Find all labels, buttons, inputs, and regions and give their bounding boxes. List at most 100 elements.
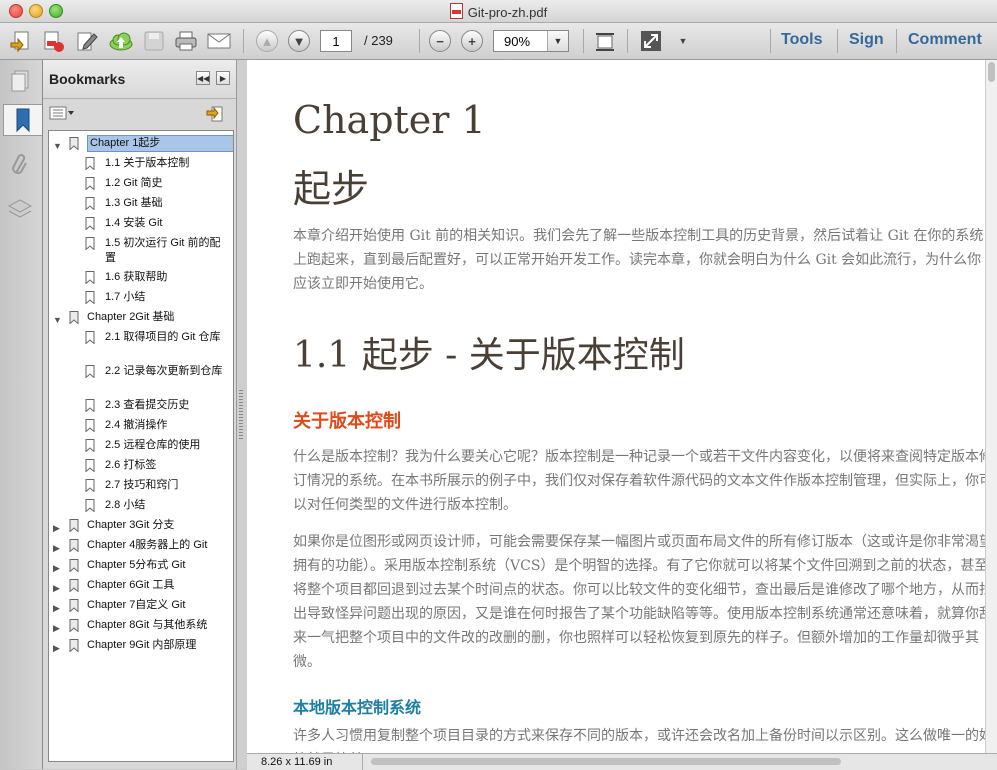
bookmark-item[interactable]: ▶ Chapter 9Git 内部原理	[49, 638, 231, 653]
disclosure-expanded-icon[interactable]: ▼	[53, 139, 62, 154]
bookmark-label: 2.8 小结	[105, 499, 146, 511]
bookmark-icon	[69, 619, 79, 632]
panel-arrow-button[interactable]: ▶	[216, 71, 230, 85]
bookmark-icon	[85, 365, 95, 378]
bookmark-item[interactable]: 1.3 Git 基础	[49, 196, 231, 211]
bookmark-icon	[69, 579, 79, 592]
main-toolbar: ▲ ▼ 1 / 239 − + 90% ▼ ▼ Tools Sign Comme…	[0, 23, 997, 60]
zoom-select[interactable]: 90% ▼	[493, 30, 569, 52]
tools-link[interactable]: Tools	[781, 31, 822, 49]
bookmark-item[interactable]: ▶ Chapter 8Git 与其他系统	[49, 618, 231, 633]
fit-page-button[interactable]	[592, 28, 618, 54]
comment-link[interactable]: Comment	[908, 31, 982, 49]
collapse-panel-button[interactable]: ◀◀	[196, 71, 210, 85]
zoom-out-button[interactable]: −	[427, 28, 453, 54]
toolbar-separator	[770, 29, 771, 53]
bookmark-item[interactable]: 2.2 记录每次更新到仓库	[49, 364, 231, 379]
printer-icon	[175, 31, 197, 51]
bookmark-item[interactable]: 1.6 获取帮助	[49, 270, 231, 285]
bookmark-item[interactable]: ▼ Chapter 1起步	[49, 135, 233, 154]
bookmark-item[interactable]: 1.5 初次运行 Git 前的配置	[49, 236, 231, 266]
upload-button[interactable]	[108, 28, 134, 54]
bookmark-icon	[69, 137, 79, 150]
bookmark-options-button[interactable]	[49, 106, 75, 125]
bookmark-icon	[85, 419, 95, 432]
bookmark-item[interactable]: 2.4 撤消操作	[49, 418, 231, 433]
disclosure-collapsed-icon[interactable]: ▶	[53, 521, 60, 536]
bookmark-label: 2.6 打标签	[105, 459, 157, 471]
bookmarks-tools	[43, 99, 236, 129]
bookmark-item[interactable]: ▶ Chapter 6Git 工具	[49, 578, 231, 593]
full-screen-button[interactable]	[638, 28, 664, 54]
page-thumbnails-button[interactable]	[5, 66, 35, 96]
disclosure-collapsed-icon[interactable]: ▶	[53, 561, 60, 576]
disclosure-expanded-icon[interactable]: ▼	[53, 313, 62, 328]
bookmark-label: Chapter 3Git 分支	[87, 519, 175, 531]
bookmark-icon	[85, 217, 95, 230]
bookmarks-tree: ▼ Chapter 1起步 1.1 关于版本控制 1.2 Git 简史 1.3 Git …	[48, 130, 234, 762]
disclosure-collapsed-icon[interactable]: ▶	[53, 581, 60, 596]
title-bar: Git-pro-zh.pdf	[0, 0, 997, 23]
create-pdf-button[interactable]	[8, 28, 34, 54]
bookmark-item[interactable]: ▼ Chapter 2Git 基础	[49, 310, 231, 325]
horizontal-scrollbar-thumb[interactable]	[371, 758, 841, 765]
bookmark-label: Chapter 4服务器上的 Git	[87, 539, 208, 551]
print-button[interactable]	[173, 28, 199, 54]
bookmark-item[interactable]: 1.2 Git 简史	[49, 176, 231, 191]
disclosure-collapsed-icon[interactable]: ▶	[53, 641, 60, 656]
bookmark-item[interactable]: 2.3 查看提交历史	[49, 398, 231, 413]
window-title: Git-pro-zh.pdf	[0, 3, 997, 20]
bookmark-item[interactable]: ▶ Chapter 4服务器上的 Git	[49, 538, 231, 553]
bookmarks-button[interactable]	[3, 104, 42, 136]
bookmark-item[interactable]: ▶ Chapter 5分布式 Git	[49, 558, 231, 573]
bookmark-icon	[69, 311, 79, 324]
attachments-button[interactable]	[5, 150, 35, 180]
new-bookmark-icon	[206, 106, 223, 122]
bookmark-icon	[85, 459, 95, 472]
chevron-down-icon[interactable]: ▼	[547, 31, 568, 51]
toolbar-separator	[419, 29, 420, 53]
bookmark-label: 1.5 初次运行 Git 前的配置	[105, 237, 221, 264]
bookmarks-header: Bookmarks ◀◀ ▶	[43, 60, 236, 99]
bookmark-item[interactable]: ▶ Chapter 7自定义 Git	[49, 598, 231, 613]
bookmark-label: 1.3 Git 基础	[105, 197, 163, 209]
bookmark-item[interactable]: 2.5 远程仓库的使用	[49, 438, 231, 453]
bookmark-item[interactable]: 2.7 技巧和窍门	[49, 478, 231, 493]
expand-icon	[641, 31, 661, 51]
bookmark-label: 2.5 远程仓库的使用	[105, 439, 201, 451]
sign-link[interactable]: Sign	[849, 31, 884, 49]
edit-pdf-button[interactable]	[74, 28, 100, 54]
next-page-button[interactable]: ▼	[286, 28, 312, 54]
status-bar: 8.26 x 11.69 in	[247, 753, 997, 770]
save-button[interactable]	[141, 28, 167, 54]
disclosure-collapsed-icon[interactable]: ▶	[53, 541, 60, 556]
bookmark-item[interactable]: 1.4 安装 Git	[49, 216, 231, 231]
export-pdf-button[interactable]	[40, 28, 66, 54]
page-number-input[interactable]: 1	[320, 30, 352, 52]
toolbar-options-icon[interactable]: ▼	[670, 28, 696, 54]
email-button[interactable]	[206, 28, 232, 54]
bookmark-item[interactable]: 2.6 打标签	[49, 458, 231, 473]
scrollbar-thumb[interactable]	[988, 62, 995, 82]
bookmark-item[interactable]: 2.1 取得项目的 Git 仓库	[49, 330, 231, 345]
new-bookmark-button[interactable]	[206, 105, 226, 128]
bookmark-item[interactable]: ▶ Chapter 3Git 分支	[49, 518, 231, 533]
toolbar-separator	[896, 29, 897, 53]
body-paragraph: 如果你是位图形或网页设计师，可能会需要保存某一幅图片或页面布局文件的所有修订版本…	[293, 534, 985, 670]
bookmark-label: 2.7 技巧和窍门	[105, 479, 179, 491]
bookmark-icon	[85, 331, 95, 344]
previous-page-button[interactable]: ▲	[254, 28, 280, 54]
disclosure-collapsed-icon[interactable]: ▶	[53, 621, 60, 636]
bookmark-label: 2.4 撤消操作	[105, 419, 168, 431]
bookmark-item[interactable]: 2.8 小结	[49, 498, 231, 513]
vertical-scrollbar[interactable]	[985, 60, 997, 753]
bookmark-item[interactable]: 1.7 小结	[49, 290, 231, 305]
zoom-in-button[interactable]: +	[459, 28, 485, 54]
layers-button[interactable]	[5, 194, 35, 224]
disclosure-collapsed-icon[interactable]: ▶	[53, 601, 60, 616]
toolbar-separator	[243, 29, 244, 53]
bookmark-label: 2.2 记录每次更新到仓库	[105, 365, 223, 377]
bookmark-item[interactable]: 1.1 关于版本控制	[49, 156, 231, 171]
bookmark-icon	[85, 177, 95, 190]
bookmark-label: Chapter 8Git 与其他系统	[87, 619, 208, 631]
